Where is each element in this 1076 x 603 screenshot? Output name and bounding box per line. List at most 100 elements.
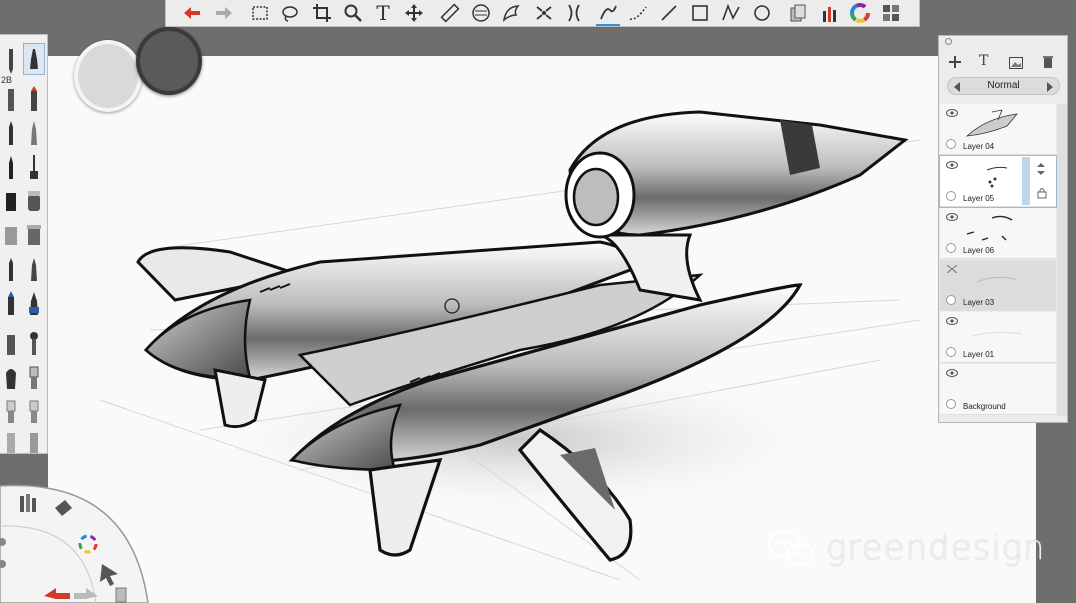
trash-icon[interactable] (1042, 55, 1054, 69)
text-layer-icon[interactable]: T (979, 53, 988, 69)
crop-icon[interactable] (310, 0, 334, 26)
technical-pen-icon[interactable] (23, 151, 45, 183)
layer-thumbnail (966, 215, 1013, 241)
color-wheel-icon[interactable] (848, 0, 872, 26)
layer-name: Layer 05 (963, 194, 995, 203)
layer-name: Layer 04 (963, 142, 995, 151)
lock-icon[interactable] (1037, 186, 1047, 199)
airbrush-icon[interactable] (23, 185, 45, 217)
eye-icon[interactable] (946, 161, 958, 169)
layer-thumbnail (965, 109, 1018, 137)
texture-brush-icon[interactable] (0, 427, 22, 459)
ruler-icon[interactable] (438, 0, 462, 26)
fill-icon[interactable] (23, 219, 45, 251)
blue-marker-icon[interactable] (0, 287, 22, 319)
blend-mode-label: Normal (987, 80, 1020, 91)
main-toolbar: T (165, 0, 920, 27)
eye-icon[interactable] (946, 369, 958, 377)
french-curve-icon[interactable] (500, 0, 524, 26)
undo-icon[interactable] (180, 0, 204, 26)
layer-select-radio[interactable] (946, 399, 956, 409)
layer-name: Layer 01 (963, 350, 995, 359)
layer-thumbnail (976, 276, 1018, 283)
lasso-icon[interactable] (278, 0, 302, 26)
circle-icon[interactable] (750, 0, 774, 26)
panel-close-icon[interactable] (945, 38, 952, 45)
layer-select-radio[interactable] (946, 347, 956, 357)
ellipse-guide-icon[interactable] (469, 0, 493, 26)
distort-icon[interactable] (562, 0, 586, 26)
zoom-icon[interactable] (341, 0, 365, 26)
image-layer-icon[interactable] (1009, 56, 1023, 69)
felt-tip-icon[interactable] (23, 83, 45, 115)
eraser-icon[interactable] (0, 327, 22, 359)
eye-icon[interactable] (946, 317, 958, 325)
eye-icon[interactable] (946, 213, 958, 221)
hidden-eye-icon[interactable] (946, 265, 958, 273)
symmetry-icon[interactable] (532, 0, 556, 26)
watermark: greendesign (766, 526, 1046, 570)
blend-mode-selector[interactable]: Normal (947, 77, 1060, 95)
stamp-brush-icon[interactable] (23, 427, 45, 459)
redo-icon[interactable] (212, 0, 236, 26)
chisel-icon[interactable] (0, 185, 22, 217)
layer-name: Background (963, 402, 1006, 411)
text-tool-label: T (376, 1, 390, 25)
marker-brush-icon[interactable] (0, 83, 22, 115)
color-puck[interactable] (74, 40, 142, 112)
layer-item[interactable]: Layer 06 (940, 208, 1056, 259)
blur-icon[interactable] (0, 395, 22, 427)
move-icon[interactable] (402, 0, 426, 26)
layer-item[interactable]: Background (940, 364, 1056, 415)
pencil-brush-icon[interactable] (0, 45, 22, 77)
copy-icon[interactable] (786, 0, 810, 26)
line-icon[interactable] (657, 0, 681, 26)
flat-brush-icon[interactable] (0, 361, 22, 393)
layer-scrollbar[interactable] (1057, 104, 1067, 416)
blend-next-icon[interactable] (1047, 82, 1053, 92)
watermark-text: greendesign (826, 528, 1046, 568)
text-tool-icon[interactable]: T (371, 0, 395, 26)
paint-bucket-icon[interactable] (0, 219, 22, 251)
calligraphy-icon[interactable] (0, 253, 22, 285)
brush-pen-icon[interactable] (0, 151, 22, 183)
fine-pen-icon[interactable] (23, 117, 45, 149)
add-layer-icon[interactable] (948, 55, 962, 69)
clear-icon (115, 587, 127, 603)
wechat-logo-icon (767, 530, 815, 566)
layer-thumbnail (971, 331, 1023, 337)
layer-editor: T Normal Layer 04 Layer 05 Layer 06 Laye… (938, 35, 1068, 423)
blue-brush-icon[interactable] (23, 287, 45, 319)
layer-item[interactable]: Layer 01 (940, 312, 1056, 363)
layer-name: Layer 03 (963, 298, 995, 307)
layer-item[interactable]: Layer 03 (940, 260, 1056, 311)
polyline-icon[interactable] (719, 0, 743, 26)
layer-item-selected[interactable]: Layer 05 (939, 155, 1057, 208)
brush-palette: 2B (0, 34, 48, 454)
lagoon-menu[interactable] (0, 478, 150, 603)
smudge-icon[interactable] (23, 361, 45, 393)
sharpen-icon[interactable] (23, 395, 45, 427)
layer-item[interactable]: Layer 04 (940, 104, 1056, 155)
rectangle-icon[interactable] (688, 0, 712, 26)
sketchbook-app: T 2B T Normal Layer 04 Layer 05 Layer 06… (0, 0, 1076, 603)
rect-select-icon[interactable] (248, 0, 272, 26)
brushes-icon[interactable] (817, 0, 841, 26)
layer-select-radio[interactable] (946, 295, 956, 305)
pen-brush-icon[interactable] (23, 43, 45, 75)
curve-icon[interactable] (626, 0, 650, 26)
layer-select-radio[interactable] (946, 243, 956, 253)
pen-icon[interactable] (596, 0, 620, 26)
round-brush-icon[interactable] (23, 327, 45, 359)
ballpoint-icon[interactable] (0, 117, 22, 149)
layer-name: Layer 06 (963, 246, 995, 255)
layer-select-radio[interactable] (946, 191, 956, 201)
move-layer-icon[interactable] (1035, 162, 1047, 176)
eye-icon[interactable] (946, 109, 958, 117)
color-puck-secondary[interactable] (136, 27, 202, 95)
layer-panel-header (939, 36, 1067, 46)
ink-pen-icon[interactable] (23, 253, 45, 285)
opacity-slider[interactable] (1022, 157, 1030, 205)
layers-icon[interactable] (879, 0, 903, 26)
layer-select-radio[interactable] (946, 139, 956, 149)
